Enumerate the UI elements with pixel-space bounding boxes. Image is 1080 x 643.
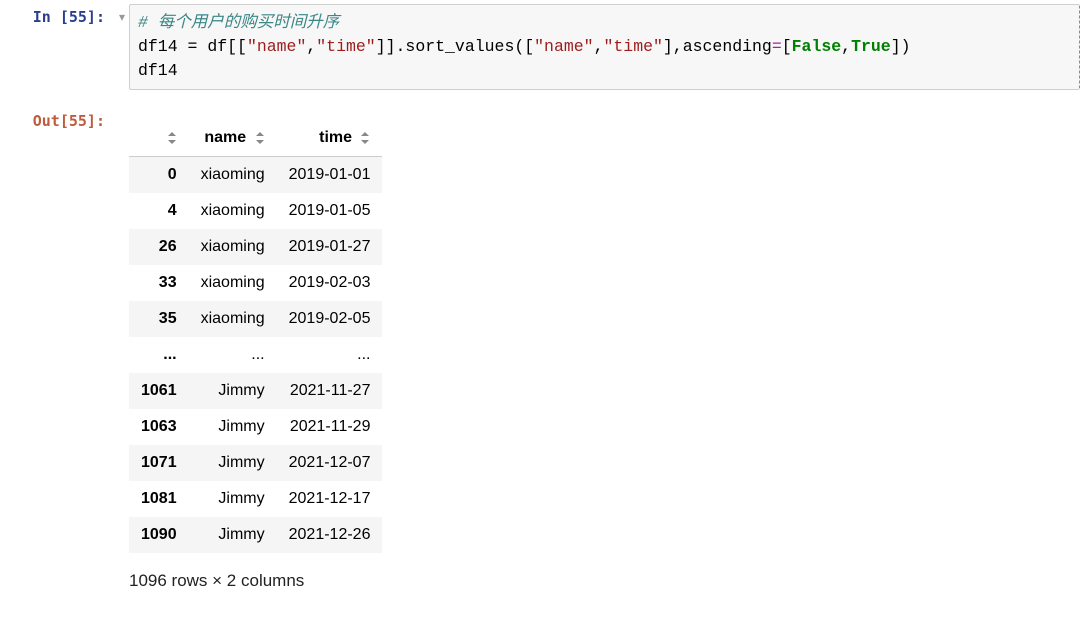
code-token: df14 bbox=[138, 61, 178, 80]
row-index: 0 bbox=[129, 156, 189, 193]
row-index: 1071 bbox=[129, 445, 189, 481]
code-token: = bbox=[772, 37, 782, 56]
table-row: 26xiaoming2019-01-27 bbox=[129, 229, 382, 265]
code-token: "name" bbox=[534, 37, 593, 56]
code-token: . bbox=[396, 37, 406, 56]
cell-time: 2019-01-27 bbox=[277, 229, 383, 265]
table-body: 0xiaoming2019-01-01 4xiaoming2019-01-05 … bbox=[129, 156, 382, 553]
row-index: 35 bbox=[129, 301, 189, 337]
code-token: [[ bbox=[227, 37, 247, 56]
code-token: = bbox=[178, 37, 208, 56]
cell-name: Jimmy bbox=[189, 409, 277, 445]
sort-icon bbox=[360, 132, 370, 144]
code-token: df14 bbox=[138, 37, 178, 56]
table-row-ellipsis: ......... bbox=[129, 337, 382, 373]
collapse-toggle-icon[interactable]: ▾ bbox=[115, 4, 129, 24]
input-prompt: In [55]: bbox=[0, 4, 115, 28]
cell-time: 2019-02-05 bbox=[277, 301, 383, 337]
code-token: [ bbox=[782, 37, 792, 56]
table-row: 1081Jimmy2021-12-17 bbox=[129, 481, 382, 517]
cell-time: 2021-12-07 bbox=[277, 445, 383, 481]
column-header-time[interactable]: time bbox=[277, 120, 383, 157]
code-token: sort_values bbox=[405, 37, 514, 56]
cell-time: 2021-11-27 bbox=[277, 373, 383, 409]
row-index: 1063 bbox=[129, 409, 189, 445]
cell-time: 2019-02-03 bbox=[277, 265, 383, 301]
table-row: 1090Jimmy2021-12-26 bbox=[129, 517, 382, 553]
column-header-index[interactable] bbox=[129, 120, 189, 157]
code-token: "time" bbox=[316, 37, 375, 56]
code-token: True bbox=[851, 37, 891, 56]
input-cell: In [55]: ▾ # 每个用户的购买时间升序 df14 = df[["nam… bbox=[0, 0, 1080, 94]
table-row: 1071Jimmy2021-12-07 bbox=[129, 445, 382, 481]
cell-time: 2019-01-01 bbox=[277, 156, 383, 193]
cell-time: 2021-12-17 bbox=[277, 481, 383, 517]
cell-name: xiaoming bbox=[189, 229, 277, 265]
cell-name: Jimmy bbox=[189, 373, 277, 409]
code-token: ascending bbox=[683, 37, 772, 56]
code-token: False bbox=[792, 37, 842, 56]
row-index: 1061 bbox=[129, 373, 189, 409]
row-index: 33 bbox=[129, 265, 189, 301]
column-label: name bbox=[204, 129, 246, 146]
table-row: 1063Jimmy2021-11-29 bbox=[129, 409, 382, 445]
table-header-row: name time bbox=[129, 120, 382, 157]
code-token: ], bbox=[663, 37, 683, 56]
code-token: , bbox=[306, 37, 316, 56]
cell-name: xiaoming bbox=[189, 265, 277, 301]
row-index: 26 bbox=[129, 229, 189, 265]
output-prompt: Out[55]: bbox=[0, 108, 115, 132]
code-token: ([ bbox=[514, 37, 534, 56]
code-token: "name" bbox=[247, 37, 306, 56]
table-row: 1061Jimmy2021-11-27 bbox=[129, 373, 382, 409]
row-index: ... bbox=[129, 337, 189, 373]
dataframe-table: name time 0xiaoming2019-01-01 4xia bbox=[129, 120, 382, 553]
code-token: "time" bbox=[603, 37, 662, 56]
sort-icon bbox=[167, 132, 177, 144]
code-comment: # 每个用户的购买时间升序 bbox=[138, 13, 339, 32]
output-cell: Out[55]: name t bbox=[0, 104, 1080, 595]
code-token: , bbox=[841, 37, 851, 56]
cell-name: xiaoming bbox=[189, 301, 277, 337]
sort-icon bbox=[255, 132, 265, 144]
cell-name: ... bbox=[189, 337, 277, 373]
cell-name: Jimmy bbox=[189, 517, 277, 553]
code-token: df bbox=[207, 37, 227, 56]
table-row: 33xiaoming2019-02-03 bbox=[129, 265, 382, 301]
cell-time: 2019-01-05 bbox=[277, 193, 383, 229]
cell-name: xiaoming bbox=[189, 193, 277, 229]
code-token: ]) bbox=[891, 37, 911, 56]
output-area: name time 0xiaoming2019-01-01 4xia bbox=[115, 108, 1080, 591]
code-token: ]] bbox=[376, 37, 396, 56]
cell-time: 2021-11-29 bbox=[277, 409, 383, 445]
table-row: 35xiaoming2019-02-05 bbox=[129, 301, 382, 337]
cell-time: ... bbox=[277, 337, 383, 373]
code-editor[interactable]: # 每个用户的购买时间升序 df14 = df[["name","time"]]… bbox=[129, 4, 1080, 90]
cell-name: xiaoming bbox=[189, 156, 277, 193]
cell-name: Jimmy bbox=[189, 445, 277, 481]
table-row: 4xiaoming2019-01-05 bbox=[129, 193, 382, 229]
row-index: 1090 bbox=[129, 517, 189, 553]
cell-name: Jimmy bbox=[189, 481, 277, 517]
column-header-name[interactable]: name bbox=[189, 120, 277, 157]
column-label: time bbox=[319, 129, 352, 146]
input-area: ▾ # 每个用户的购买时间升序 df14 = df[["name","time"… bbox=[115, 4, 1080, 90]
row-index: 1081 bbox=[129, 481, 189, 517]
code-token: , bbox=[594, 37, 604, 56]
row-index: 4 bbox=[129, 193, 189, 229]
table-summary: 1096 rows × 2 columns bbox=[129, 553, 1080, 591]
cell-time: 2021-12-26 bbox=[277, 517, 383, 553]
table-row: 0xiaoming2019-01-01 bbox=[129, 156, 382, 193]
